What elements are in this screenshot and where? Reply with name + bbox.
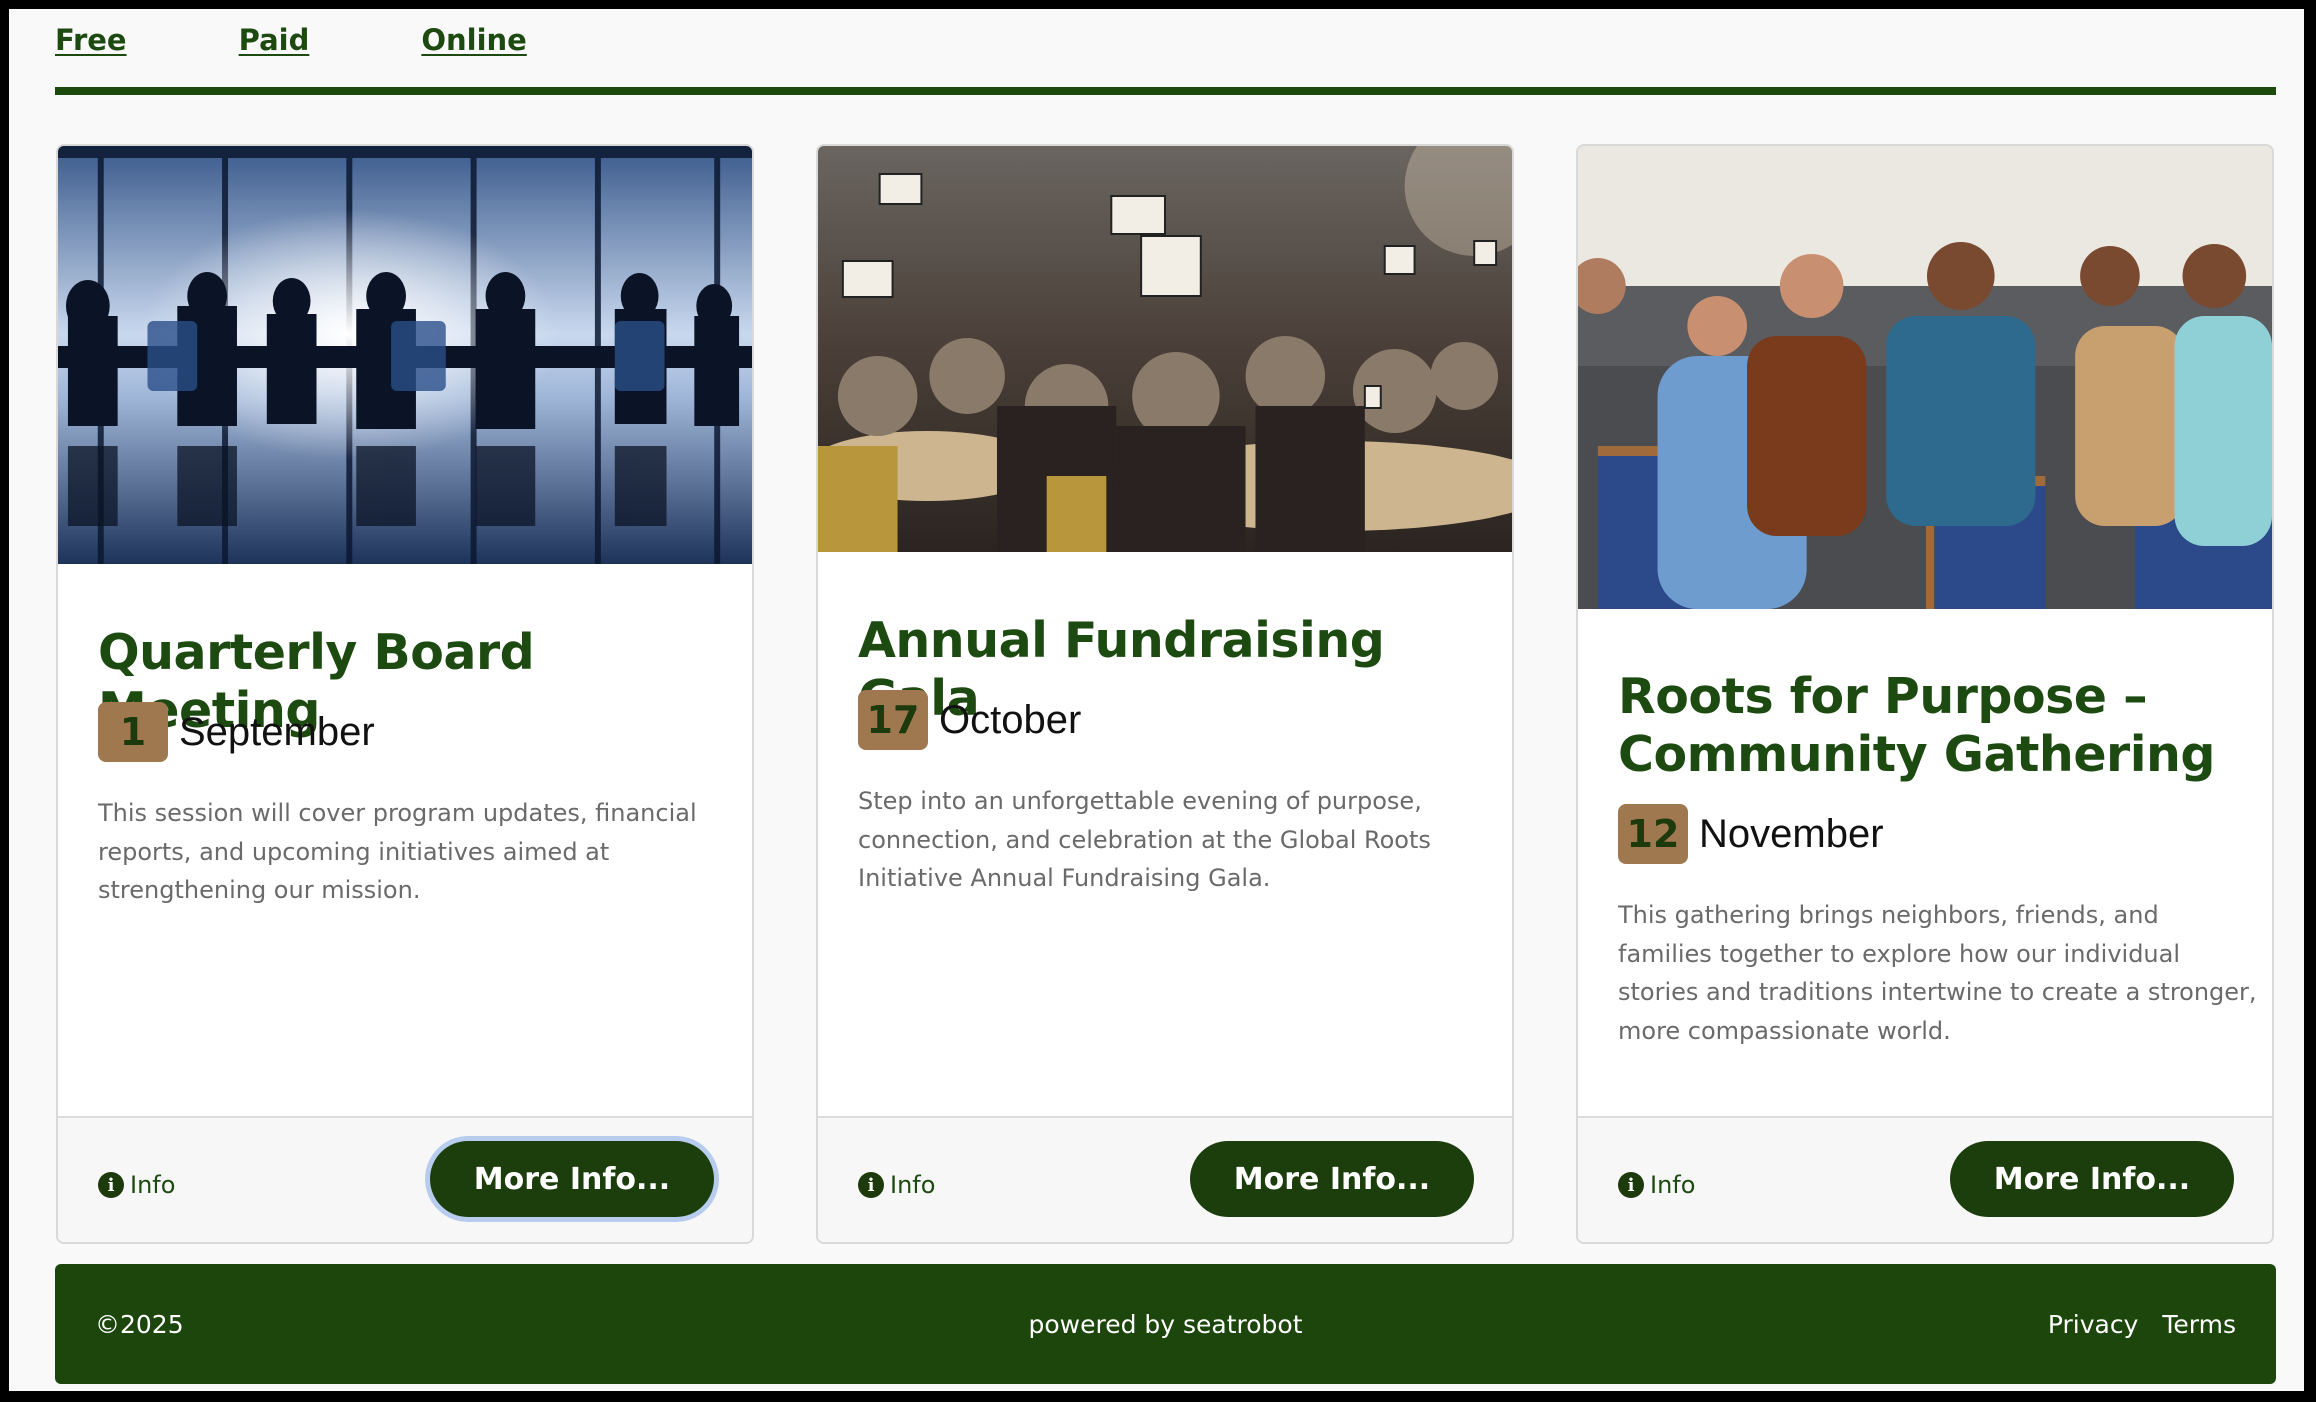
info-icon: i — [1618, 1172, 1644, 1198]
info-link[interactable]: i Info — [98, 1171, 175, 1199]
more-info-button[interactable]: More Info... — [430, 1141, 714, 1217]
event-card-community-gathering: Roots for Purpose – Community Gathering … — [1576, 144, 2274, 1244]
event-date: 12 November — [1618, 804, 1884, 864]
page: Free Paid Online Quarterly Board Meeting… — [9, 9, 2304, 1391]
site-footer: ©2025 powered by seatrobot Privacy Terms — [55, 1264, 2276, 1384]
tab-online[interactable]: Online — [421, 23, 527, 57]
footer-links: Privacy Terms — [2048, 1310, 2236, 1339]
event-image-board-meeting — [58, 146, 752, 564]
card-footer: i Info More Info... — [1578, 1116, 2272, 1242]
date-day-badge: 1 — [98, 702, 168, 762]
event-card-fundraising-gala: Annual Fundraising Gala 17 October Step … — [816, 144, 1514, 1244]
tab-divider — [55, 87, 2276, 95]
event-description: This session will cover program updates,… — [98, 799, 697, 904]
info-icon: i — [858, 1172, 884, 1198]
info-icon: i — [98, 1172, 124, 1198]
info-link[interactable]: i Info — [858, 1171, 935, 1199]
tab-free[interactable]: Free — [55, 23, 127, 57]
powered-by-link[interactable]: powered by seatrobot — [55, 1310, 2276, 1339]
info-label: Info — [890, 1171, 936, 1199]
date-month: November — [1699, 811, 1884, 856]
date-day-badge: 17 — [858, 690, 928, 750]
event-description: Step into an unforgettable evening of pu… — [858, 787, 1431, 892]
date-month: October — [939, 697, 1082, 742]
privacy-link[interactable]: Privacy — [2048, 1310, 2139, 1339]
date-day-badge: 12 — [1618, 804, 1688, 864]
info-link[interactable]: i Info — [1618, 1171, 1695, 1199]
event-image-community-gathering — [1578, 146, 2272, 609]
card-footer: i Info More Info... — [818, 1116, 1512, 1242]
event-card-board-meeting: Quarterly Board Meeting 1 September This… — [56, 144, 754, 1244]
card-footer: i Info More Info... — [58, 1116, 752, 1242]
more-info-button[interactable]: More Info... — [1190, 1141, 1474, 1217]
tab-paid[interactable]: Paid — [239, 23, 310, 57]
event-date: 1 September — [98, 702, 375, 762]
terms-link[interactable]: Terms — [2162, 1310, 2236, 1339]
more-info-button[interactable]: More Info... — [1950, 1141, 2234, 1217]
date-month: September — [179, 709, 375, 754]
info-label: Info — [130, 1171, 176, 1199]
event-title: Roots for Purpose – Community Gathering — [1618, 668, 2215, 783]
event-description: This gathering brings neighbors, friends… — [1618, 901, 2257, 1045]
event-date: 17 October — [858, 690, 1081, 750]
info-label: Info — [1650, 1171, 1696, 1199]
event-image-fundraising-gala — [818, 146, 1512, 552]
event-filter-tabs: Free Paid Online — [55, 23, 527, 57]
